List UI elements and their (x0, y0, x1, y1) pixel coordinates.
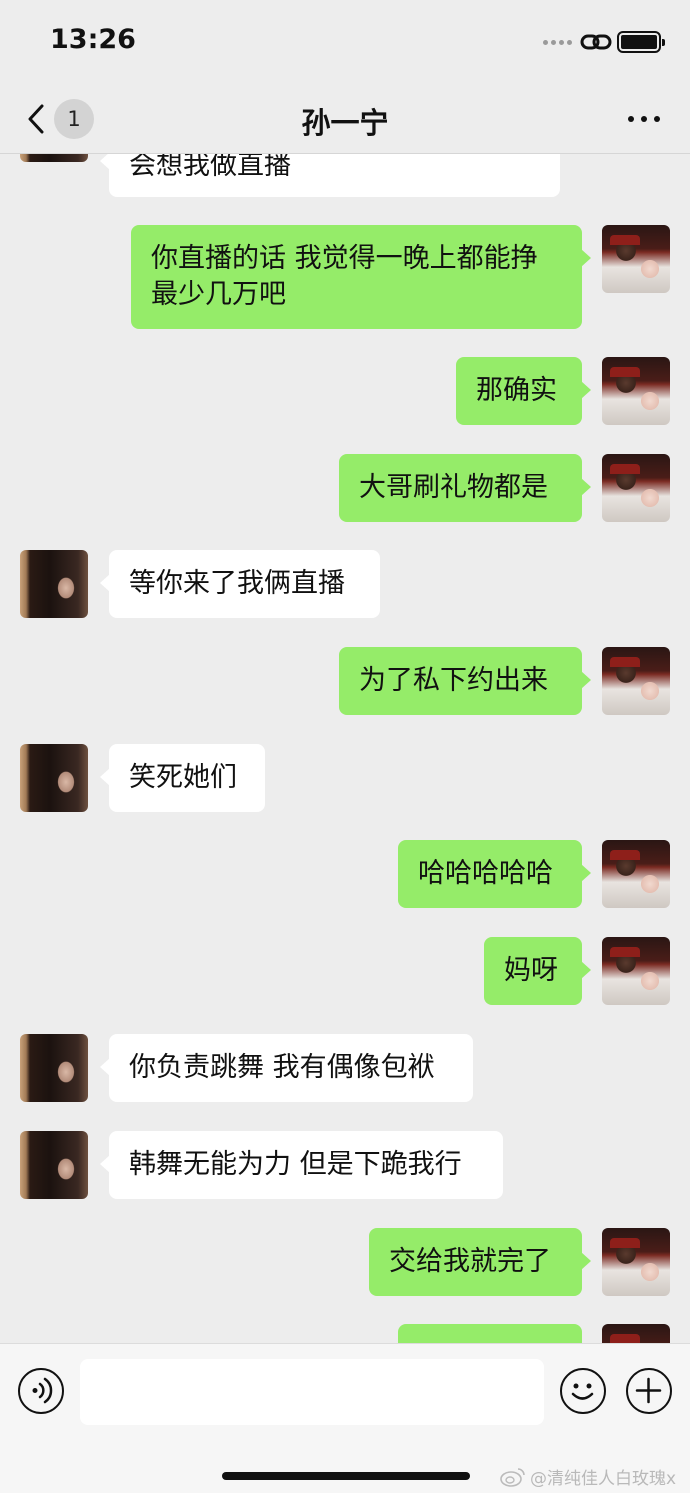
contact-avatar[interactable] (20, 1034, 88, 1102)
message-bubble[interactable]: 你直播的话 我觉得一晚上都能挣 最少几万吧 (131, 225, 591, 329)
battery-icon (617, 31, 665, 53)
message-input[interactable] (80, 1359, 544, 1425)
contact-avatar[interactable] (20, 154, 88, 162)
more-dot-icon (641, 116, 647, 122)
voice-input-button[interactable] (18, 1368, 64, 1414)
more-functions-button[interactable] (626, 1368, 672, 1414)
message-bubble[interactable]: 笑死她们 (100, 744, 265, 812)
my-avatar[interactable] (602, 357, 670, 425)
my-avatar[interactable] (602, 937, 670, 1005)
plus-icon (635, 1377, 662, 1404)
message-bubble[interactable]: 哈哈哈哈哈 (398, 840, 591, 908)
my-avatar[interactable] (602, 647, 670, 715)
message-bubble[interactable]: 韩舞无能为力 但是下跪我行 (100, 1131, 503, 1199)
signal-dots-icon (543, 40, 572, 45)
link-icon (580, 34, 612, 50)
emoji-button[interactable] (560, 1368, 606, 1414)
message-bubble[interactable]: 等你来了我俩直播 (100, 550, 380, 618)
message-bubble[interactable] (398, 1324, 582, 1343)
message-bubble[interactable]: 你负责跳舞 我有偶像包袱 (100, 1034, 473, 1102)
my-avatar[interactable] (602, 1324, 670, 1343)
chat-title: 孙一宁 (301, 106, 389, 140)
more-dot-icon (628, 116, 634, 122)
input-bar: @清纯佳人白玫瑰x (0, 1343, 690, 1493)
message-bubble[interactable]: 大哥刷礼物都是 (339, 454, 591, 522)
status-bar: 13:26 (0, 0, 690, 86)
weibo-logo-icon (500, 1467, 525, 1487)
message-bubble[interactable]: 那确实 (456, 357, 591, 425)
my-avatar[interactable] (602, 840, 670, 908)
nav-bar: 1 孙一宁 (0, 86, 690, 154)
my-avatar[interactable] (602, 1228, 670, 1296)
watermark: @清纯佳人白玫瑰x (500, 1464, 676, 1489)
message-bubble[interactable]: 为了私下约出来 (339, 647, 591, 715)
voice-wave-icon (32, 1377, 53, 1404)
contact-avatar[interactable] (20, 1131, 88, 1199)
my-avatar[interactable] (602, 454, 670, 522)
more-dot-icon (654, 116, 660, 122)
message-bubble[interactable]: 妈呀 (484, 937, 591, 1005)
contact-avatar[interactable] (20, 550, 88, 618)
message-bubble[interactable]: 会想我做直播 (100, 154, 560, 197)
smiley-icon (571, 1383, 594, 1400)
home-indicator[interactable] (222, 1472, 470, 1480)
watermark-text: @清纯佳人白玫瑰x (530, 1469, 677, 1489)
message-bubble[interactable]: 交给我就完了 (369, 1228, 591, 1296)
contact-avatar[interactable] (20, 744, 88, 812)
my-avatar[interactable] (602, 225, 670, 293)
message-list[interactable]: 会想我做直播 你直播的话 我觉得一晚上都能挣 最少几万吧 那确实 大哥刷礼物都是… (0, 154, 690, 1343)
more-options-button[interactable] (622, 104, 666, 134)
status-time: 13:26 (50, 24, 136, 55)
